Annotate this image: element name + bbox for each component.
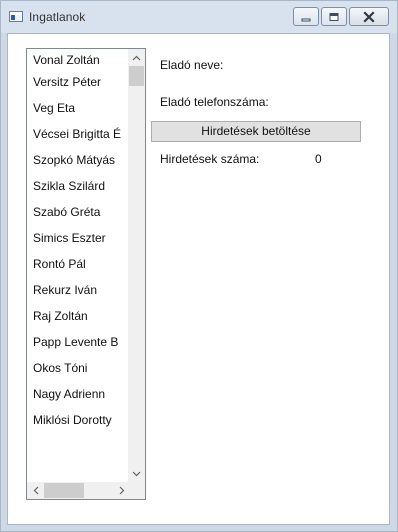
list-item[interactable]: Raj Zoltán: [27, 303, 130, 329]
app-window-icon: [9, 11, 23, 22]
chevron-right-icon: [119, 486, 124, 495]
chevron-left-icon: [33, 486, 38, 495]
seller-list-items: Vonal Zoltán Versitz Péter Veg Eta Vécse…: [27, 49, 130, 482]
ad-count-value: 0: [315, 152, 322, 166]
window-content: Vonal Zoltán Versitz Péter Veg Eta Vécse…: [7, 33, 390, 525]
list-item[interactable]: Simics Eszter: [27, 225, 130, 251]
scroll-up-button[interactable]: [128, 49, 145, 66]
list-item[interactable]: Szopkó Mátyás: [27, 147, 130, 173]
list-item[interactable]: Nagy Adrienn: [27, 381, 130, 407]
maximize-icon: [329, 12, 339, 21]
window-title: Ingatlanok: [29, 10, 86, 24]
maximize-button[interactable]: [321, 7, 347, 26]
list-item[interactable]: Papp Levente B: [27, 329, 130, 355]
close-icon: [363, 10, 375, 23]
caption-buttons: [293, 7, 389, 26]
horizontal-scroll-thumb[interactable]: [44, 483, 84, 498]
seller-listbox[interactable]: Vonal Zoltán Versitz Péter Veg Eta Vécse…: [26, 48, 146, 500]
seller-name-label: Eladó neve:: [160, 58, 224, 72]
main-window: Ingatlanok Vonal Zoltán Versitz Péter Ve…: [0, 0, 398, 532]
chevron-up-icon: [132, 55, 141, 60]
load-ads-button[interactable]: Hirdetések betöltése: [151, 121, 361, 142]
list-item[interactable]: Versitz Péter: [27, 69, 130, 95]
vertical-scroll-thumb[interactable]: [129, 66, 144, 86]
list-item[interactable]: Okos Tóni: [27, 355, 130, 381]
close-button[interactable]: [349, 7, 389, 26]
ad-count-label: Hirdetések száma:: [160, 152, 260, 166]
list-item[interactable]: Szikla Szilárd: [27, 173, 130, 199]
scrollbar-corner: [128, 482, 145, 499]
horizontal-scrollbar[interactable]: [27, 482, 130, 499]
vertical-scrollbar[interactable]: [128, 49, 145, 482]
title-bar[interactable]: Ingatlanok: [1, 1, 397, 33]
chevron-down-icon: [132, 471, 141, 476]
list-item[interactable]: Miklósi Dorotty: [27, 407, 130, 433]
scroll-left-button[interactable]: [27, 482, 44, 499]
list-item[interactable]: Rontó Pál: [27, 251, 130, 277]
list-item[interactable]: Rekurz Iván: [27, 277, 130, 303]
list-item[interactable]: Veg Eta: [27, 95, 130, 121]
list-item[interactable]: Vonal Zoltán: [27, 49, 130, 69]
list-item[interactable]: Vécsei Brigitta É: [27, 121, 130, 147]
minimize-button[interactable]: [293, 7, 319, 26]
scroll-down-button[interactable]: [128, 465, 145, 482]
seller-phone-label: Eladó telefonszáma:: [160, 95, 269, 109]
list-item[interactable]: Szabó Gréta: [27, 199, 130, 225]
minimize-icon: [301, 18, 311, 21]
